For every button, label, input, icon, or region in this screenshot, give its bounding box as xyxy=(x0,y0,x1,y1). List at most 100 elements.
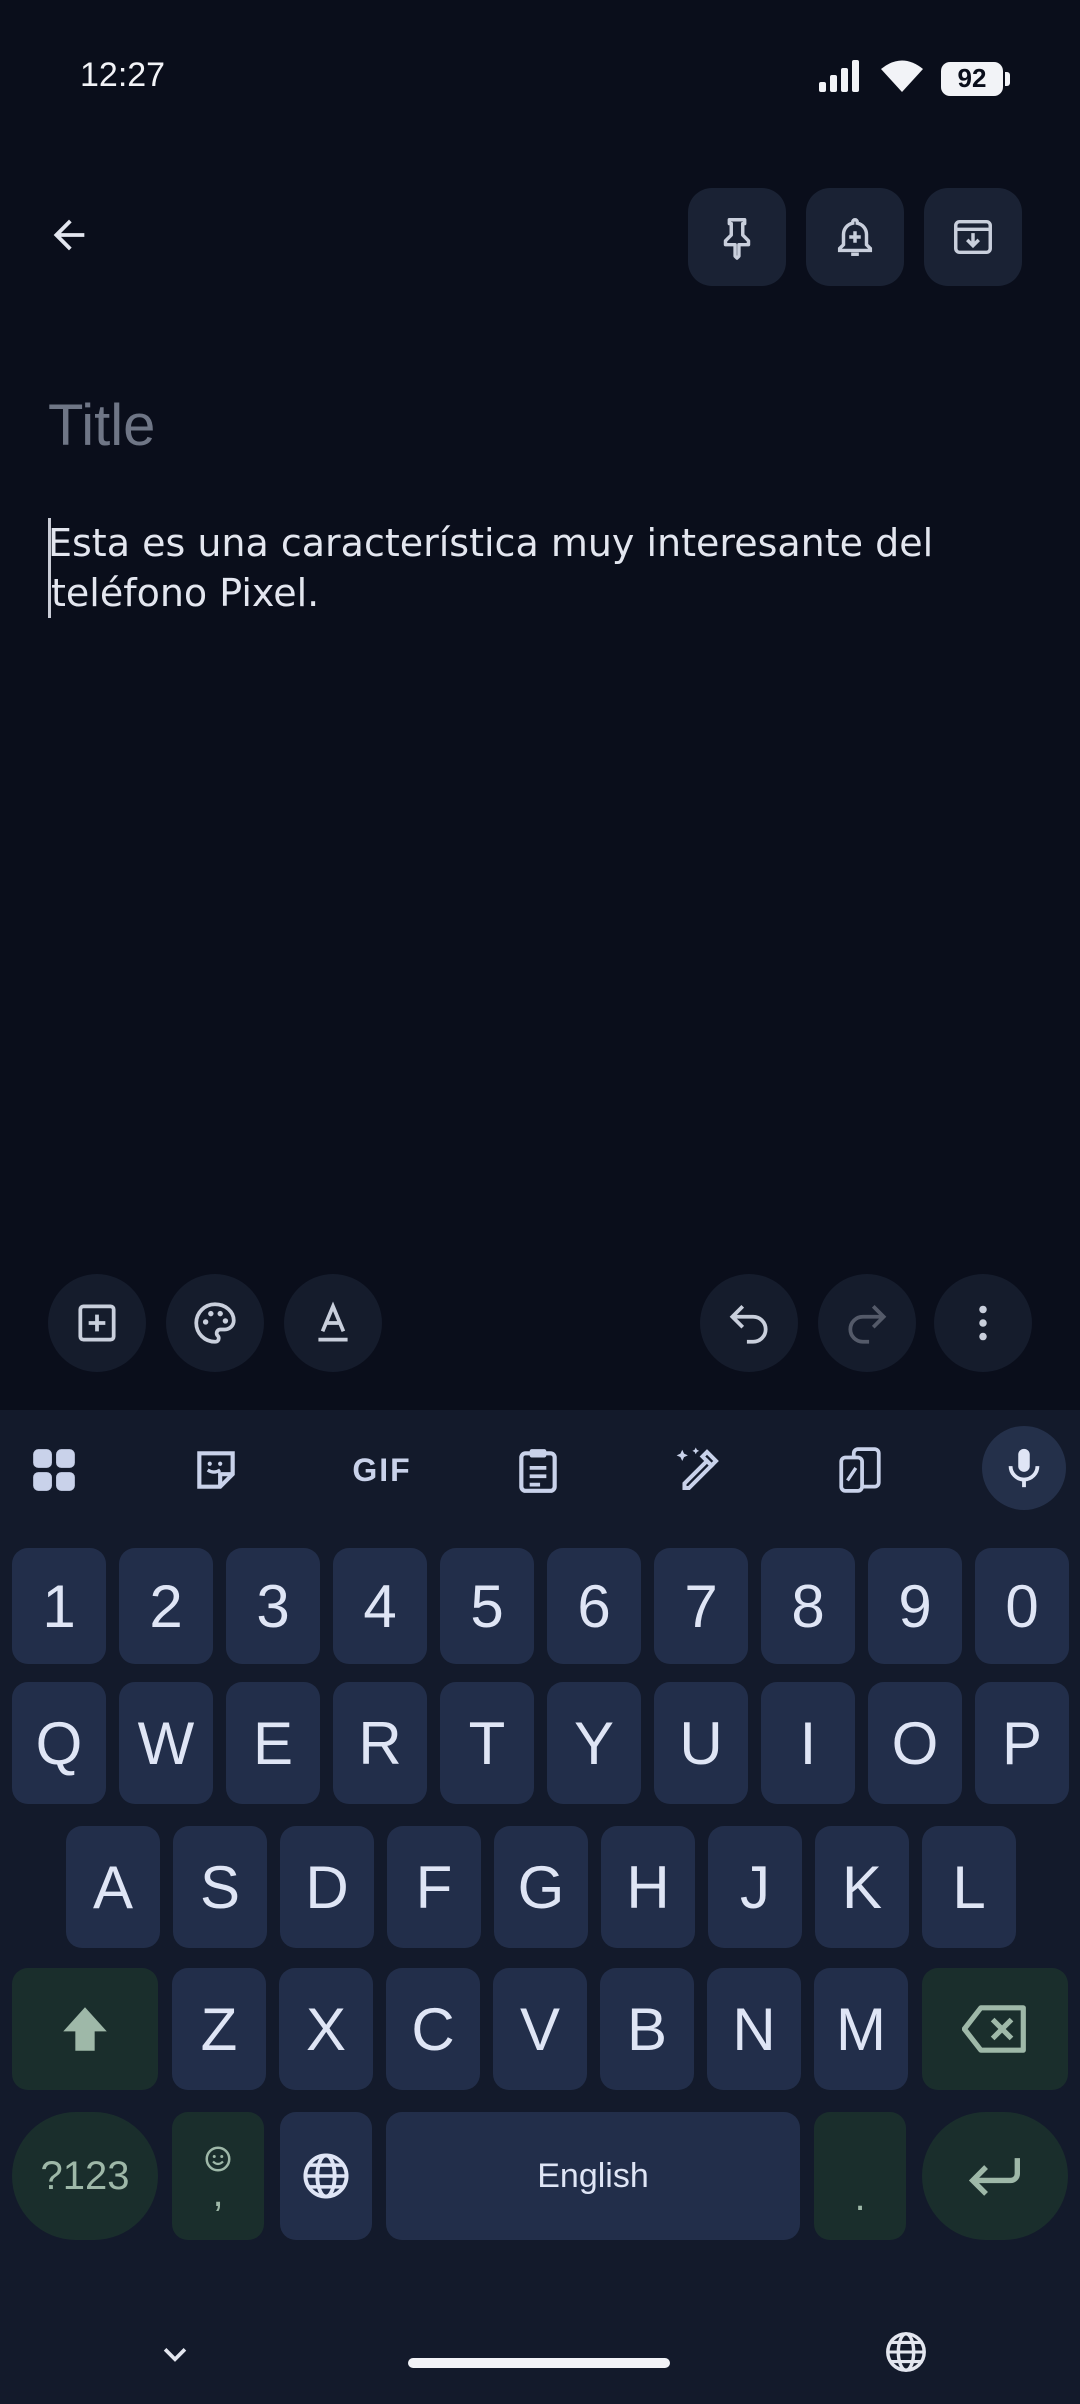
keyboard: G I F 1 2 3 4 5 6 7 8 9 0 Q W E R T Y U I … xyxy=(0,1410,1080,2404)
key-d[interactable]: D xyxy=(280,1826,374,1948)
key-9[interactable]: 9 xyxy=(868,1548,962,1664)
key-4[interactable]: 4 xyxy=(333,1548,427,1664)
key-a[interactable]: A xyxy=(66,1826,160,1948)
background-color-button[interactable] xyxy=(166,1274,264,1372)
key-o[interactable]: O xyxy=(868,1682,962,1804)
battery-level: 92 xyxy=(941,61,1003,96)
hide-keyboard-button[interactable] xyxy=(150,2330,200,2380)
key-0[interactable]: 0 xyxy=(975,1548,1069,1664)
battery-icon: 92 xyxy=(941,61,1010,96)
translate-button[interactable] xyxy=(820,1430,900,1510)
wifi-icon xyxy=(881,60,923,97)
key-n[interactable]: N xyxy=(707,1968,801,2090)
gif-button[interactable]: GIF xyxy=(338,1430,426,1510)
key-7[interactable]: 7 xyxy=(654,1548,748,1664)
key-w[interactable]: W xyxy=(119,1682,213,1804)
keyboard-language-switch[interactable] xyxy=(880,2326,932,2378)
undo-button[interactable] xyxy=(700,1274,798,1372)
enter-key[interactable] xyxy=(922,2112,1068,2240)
key-m[interactable]: M xyxy=(814,1968,908,2090)
clipboard-icon xyxy=(519,1449,557,1493)
key-x[interactable]: X xyxy=(279,1968,373,2090)
apps-button[interactable] xyxy=(14,1430,94,1510)
home-gesture-handle[interactable] xyxy=(408,2358,670,2368)
shift-icon xyxy=(63,2007,107,2051)
keyboard-toolbar: GIF xyxy=(0,1410,1080,1530)
voice-input-button[interactable] xyxy=(982,1426,1066,1510)
key-3[interactable]: 3 xyxy=(226,1548,320,1664)
clipboard-button[interactable] xyxy=(498,1430,578,1510)
palette-icon xyxy=(194,1302,236,1344)
key-1[interactable]: 1 xyxy=(12,1548,106,1664)
key-t[interactable]: T xyxy=(440,1682,534,1804)
microphone-icon xyxy=(1008,1448,1040,1488)
top-actions xyxy=(688,188,1022,286)
emoji-comma-key[interactable]: , xyxy=(172,2112,264,2240)
sticker-icon xyxy=(197,1451,235,1489)
redo-button[interactable] xyxy=(818,1274,916,1372)
backspace-key[interactable] xyxy=(922,1968,1068,2090)
text-format-icon xyxy=(318,1301,348,1342)
key-c[interactable]: C xyxy=(386,1968,480,2090)
archive-button[interactable] xyxy=(924,188,1022,286)
note-body-text: Esta es una característica muy interesan… xyxy=(48,521,934,615)
key-l[interactable]: L xyxy=(922,1826,1016,1948)
chevron-down-icon xyxy=(163,2348,187,2362)
arrow-back-icon xyxy=(53,219,85,251)
emoji-icon xyxy=(205,2146,231,2172)
key-e[interactable]: E xyxy=(226,1682,320,1804)
text-format-button[interactable] xyxy=(284,1274,382,1372)
globe-icon xyxy=(886,2332,926,2372)
archive-icon xyxy=(954,219,992,255)
more-vert-icon xyxy=(979,1305,987,1341)
key-v[interactable]: V xyxy=(493,1968,587,2090)
key-p[interactable]: P xyxy=(975,1682,1069,1804)
key-b[interactable]: B xyxy=(600,1968,694,2090)
note-body-input[interactable]: Esta es una característica muy interesan… xyxy=(48,518,1048,618)
editor-toolbar xyxy=(0,1274,1080,1374)
key-g[interactable]: G xyxy=(494,1826,588,1948)
back-button[interactable] xyxy=(34,200,104,270)
shift-key[interactable] xyxy=(12,1968,158,2090)
key-q[interactable]: Q xyxy=(12,1682,106,1804)
magic-pen-icon xyxy=(676,1447,719,1491)
status-bar: 12:27 92 xyxy=(0,0,1080,160)
bell-plus-icon xyxy=(837,218,873,256)
sticker-button[interactable] xyxy=(176,1430,256,1510)
navigation-bar xyxy=(0,2290,1080,2404)
key-i[interactable]: I xyxy=(761,1682,855,1804)
more-options-button[interactable] xyxy=(934,1274,1032,1372)
pin-button[interactable] xyxy=(688,188,786,286)
key-y[interactable]: Y xyxy=(547,1682,641,1804)
key-8[interactable]: 8 xyxy=(761,1548,855,1664)
key-2[interactable]: 2 xyxy=(119,1548,213,1664)
redo-icon xyxy=(848,1305,887,1344)
key-u[interactable]: U xyxy=(654,1682,748,1804)
backspace-icon xyxy=(962,2005,1026,2053)
key-f[interactable]: F xyxy=(387,1826,481,1948)
enter-icon xyxy=(968,2158,1020,2196)
symbols-key[interactable]: ?123 xyxy=(12,2112,158,2240)
key-s[interactable]: S xyxy=(173,1826,267,1948)
space-key[interactable]: English xyxy=(386,2112,800,2240)
status-time: 12:27 xyxy=(80,56,166,94)
note-title-input[interactable] xyxy=(48,392,1028,459)
add-content-button[interactable] xyxy=(48,1274,146,1372)
key-5[interactable]: 5 xyxy=(440,1548,534,1664)
reminder-button[interactable] xyxy=(806,188,904,286)
key-k[interactable]: K xyxy=(815,1826,909,1948)
writing-tools-button[interactable] xyxy=(658,1430,738,1510)
undo-icon xyxy=(729,1305,768,1344)
language-key[interactable] xyxy=(280,2112,372,2240)
status-icons: 92 xyxy=(819,60,1010,97)
apps-grid-icon xyxy=(33,1449,75,1491)
key-j[interactable]: J xyxy=(708,1826,802,1948)
key-h[interactable]: H xyxy=(601,1826,695,1948)
key-z[interactable]: Z xyxy=(172,1968,266,2090)
key-6[interactable]: 6 xyxy=(547,1548,641,1664)
period-key[interactable]: . xyxy=(814,2112,906,2240)
add-box-icon xyxy=(78,1304,116,1342)
comma-label: , xyxy=(212,2171,224,2215)
key-r[interactable]: R xyxy=(333,1682,427,1804)
screen: 12:27 92 Title Esta es una característic… xyxy=(0,0,1080,2404)
